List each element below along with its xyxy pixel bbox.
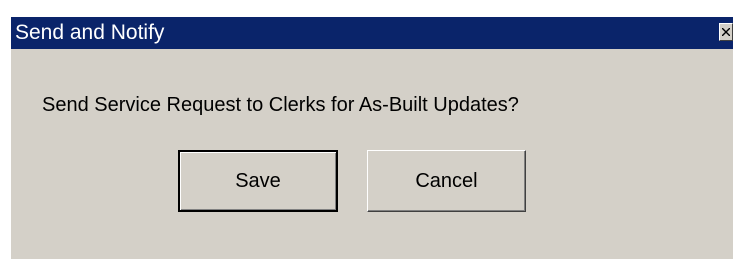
window-title: Send and Notify xyxy=(15,21,165,44)
close-button[interactable] xyxy=(719,23,733,41)
close-icon xyxy=(722,28,730,36)
save-button-label: Save xyxy=(235,169,281,192)
cancel-button[interactable]: Cancel xyxy=(367,150,526,212)
save-button[interactable]: Save xyxy=(178,150,338,212)
dialog-message: Send Service Request to Clerks for As-Bu… xyxy=(42,94,519,116)
send-and-notify-dialog: Send and Notify Send Service Request to … xyxy=(10,16,733,259)
cancel-button-label: Cancel xyxy=(415,169,478,192)
title-bar[interactable]: Send and Notify xyxy=(11,17,733,49)
